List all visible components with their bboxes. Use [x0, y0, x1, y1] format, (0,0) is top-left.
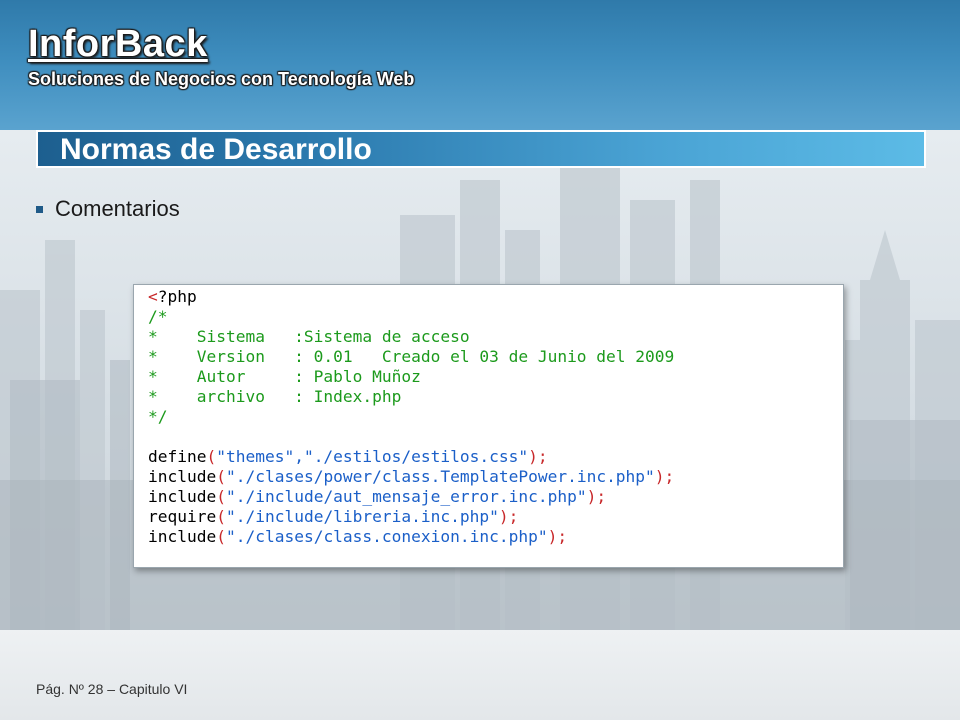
code-statement: include("./clases/class.conexion.inc.php… — [148, 527, 568, 546]
code-function: define — [148, 447, 207, 466]
page-title: Normas de Desarrollo — [60, 133, 372, 166]
code-line: /* — [148, 307, 168, 326]
code-statement: include("./include/aut_mensaje_error.inc… — [148, 487, 607, 506]
bullet-item: Comentarios — [36, 196, 180, 222]
code-statement: include("./clases/power/class.TemplatePo… — [148, 467, 675, 486]
code-statement: require("./include/libreria.inc.php"); — [148, 507, 519, 526]
code-terminator: ; — [596, 487, 607, 506]
bullet-text: Comentarios — [55, 196, 180, 221]
code-args: "./clases/class.conexion.inc.php" — [225, 527, 548, 546]
php-open-tag: ?php — [157, 287, 197, 306]
code-args: "./include/aut_mensaje_error.inc.php" — [225, 487, 587, 506]
code-function: include — [148, 527, 217, 546]
code-args: "./include/libreria.inc.php" — [225, 507, 499, 526]
code-comment-line: * archivo : Index.php — [148, 387, 402, 406]
brand-logo: InforBack Soluciones de Negocios con Tec… — [28, 22, 414, 90]
footer-band — [0, 630, 960, 720]
code-terminator: ; — [537, 447, 548, 466]
title-bar: Normas de Desarrollo — [36, 130, 926, 168]
square-bullet-icon — [36, 205, 43, 213]
code-args: "themes","./estilos/estilos.css" — [216, 447, 529, 466]
code-comment-line: * Version : 0.01 Creado el 03 de Junio d… — [148, 347, 675, 366]
code-line: */ — [148, 407, 168, 426]
code-terminator: ; — [508, 507, 519, 526]
code-function: include — [148, 487, 217, 506]
code-screenshot: <?php /* * Sistema :Sistema de acceso * … — [133, 284, 844, 568]
code-line: <?php — [148, 287, 197, 306]
brand-tagline: Soluciones de Negocios con Tecnología We… — [28, 69, 415, 89]
code-comment-line: * Sistema :Sistema de acceso — [148, 327, 470, 346]
brand-name: InforBack — [28, 23, 208, 65]
code-statement: define("themes","./estilos/estilos.css")… — [148, 447, 548, 466]
page-footer: Pág. Nº 28 – Capitulo VI — [36, 681, 188, 697]
code-terminator: ; — [664, 467, 675, 486]
code-comment-line: * Autor : Pablo Muñoz — [148, 367, 421, 386]
code-function: require — [148, 507, 217, 526]
code-terminator: ; — [557, 527, 568, 546]
code-args: "./clases/power/class.TemplatePower.inc.… — [225, 467, 655, 486]
code-function: include — [148, 467, 217, 486]
